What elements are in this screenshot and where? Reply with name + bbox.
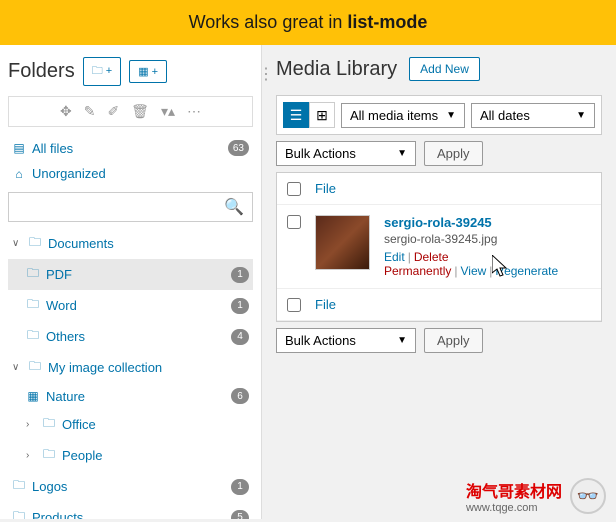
folder-others[interactable]: 🗀 Others 4 xyxy=(8,321,253,352)
folder-icon: 🗀 xyxy=(42,414,56,435)
list-view-button[interactable]: ☰ xyxy=(283,102,309,128)
grid-view-button[interactable]: ⊞ xyxy=(309,102,335,128)
folder-icon: 🗀 xyxy=(12,507,26,519)
filter-bar: ☰ ⊞ All media items▼ All dates▼ xyxy=(276,95,602,135)
media-content: ⋮ Media Library Add New ☰ ⊞ All media it… xyxy=(262,45,616,519)
folder-office[interactable]: › 🗀 Office xyxy=(8,409,253,440)
sort-icon[interactable]: ▾▴ xyxy=(161,103,175,120)
unorganized-item[interactable]: ⌂ Unorganized xyxy=(8,161,253,186)
folder-icon: 🗀 xyxy=(26,264,40,285)
grid-icon: ▦ xyxy=(26,389,40,403)
count-badge: 63 xyxy=(228,140,249,156)
folder-logos[interactable]: 🗀 Logos 1 xyxy=(8,471,253,502)
media-thumbnail[interactable] xyxy=(315,215,370,270)
delete-icon[interactable]: 🗑 xyxy=(131,103,149,120)
select-all-checkbox[interactable] xyxy=(287,182,301,196)
resize-handle[interactable]: ⋮ xyxy=(262,64,274,84)
select-all-checkbox-bottom[interactable] xyxy=(287,298,301,312)
folder-search[interactable]: 🔍 xyxy=(8,192,253,222)
more-icon[interactable]: ⋯ xyxy=(187,103,201,120)
chevron-right-icon[interactable]: › xyxy=(26,450,36,461)
folder-icon: 🗀 xyxy=(28,233,42,254)
edit-link[interactable]: Edit xyxy=(384,250,405,264)
rename-icon[interactable]: ✎ xyxy=(84,103,96,120)
folder-icon: 🗀 xyxy=(42,445,56,466)
media-filename: sergio-rola-39245.jpg xyxy=(384,232,591,246)
folder-people[interactable]: › 🗀 People xyxy=(8,440,253,471)
folder-documents[interactable]: ∨ 🗀 Documents xyxy=(8,228,253,259)
column-header-file[interactable]: File xyxy=(315,181,336,196)
new-folder-button[interactable]: 🗀 + xyxy=(83,57,121,86)
row-checkbox[interactable] xyxy=(287,215,301,229)
folder-pdf[interactable]: 🗀 PDF 1 xyxy=(8,259,253,290)
bulk-actions-select-bottom[interactable]: Bulk Actions▼ xyxy=(276,328,416,353)
folder-icon: 🗀 xyxy=(26,326,40,347)
files-icon: ▤ xyxy=(12,141,26,155)
column-footer-file[interactable]: File xyxy=(315,297,336,312)
sidebar-title: Folders xyxy=(8,60,75,83)
media-title[interactable]: sergio-rola-39245 xyxy=(384,215,591,230)
folder-my-images[interactable]: ∨ 🗀 My image collection xyxy=(8,352,253,383)
edit-icon[interactable]: ✐ xyxy=(107,103,119,120)
search-input[interactable] xyxy=(17,200,224,215)
chevron-down-icon[interactable]: ∨ xyxy=(12,362,22,373)
folder-icon: 🗀 xyxy=(12,476,26,497)
page-title: Media Library xyxy=(276,58,397,81)
folder-products[interactable]: 🗀 Products 5 xyxy=(8,502,253,519)
new-gallery-button[interactable]: ▦ + xyxy=(129,60,167,83)
all-files-item[interactable]: ▤ All files 63 xyxy=(8,135,253,161)
search-icon: 🔍 xyxy=(224,197,244,217)
folder-icon: 🗀 xyxy=(26,295,40,316)
gallery-nature[interactable]: ▦ Nature 6 xyxy=(8,383,253,409)
date-select[interactable]: All dates▼ xyxy=(471,103,595,128)
chevron-right-icon[interactable]: › xyxy=(26,419,36,430)
move-icon[interactable]: ✥ xyxy=(60,103,72,120)
view-link[interactable]: View xyxy=(461,264,487,278)
folder-icon: 🗀 xyxy=(28,357,42,378)
add-new-button[interactable]: Add New xyxy=(409,57,480,81)
mascot-icon: 👓 xyxy=(570,478,606,514)
apply-button-bottom[interactable]: Apply xyxy=(424,328,483,353)
folder-toolbar: ✥ ✎ ✐ 🗑 ▾▴ ⋯ xyxy=(8,96,253,127)
watermark: 淘气哥素材网 www.tqge.com 👓 xyxy=(466,478,606,514)
chevron-down-icon[interactable]: ∨ xyxy=(12,238,22,249)
row-actions: Edit|Delete Permanently|View|Regenerate xyxy=(384,250,591,278)
bulk-actions-select[interactable]: Bulk Actions▼ xyxy=(276,141,416,166)
table-row: sergio-rola-39245 sergio-rola-39245.jpg … xyxy=(277,205,601,289)
promo-banner: Works also great in list-mode xyxy=(0,0,616,45)
media-type-select[interactable]: All media items▼ xyxy=(341,103,465,128)
folder-word[interactable]: 🗀 Word 1 xyxy=(8,290,253,321)
home-icon: ⌂ xyxy=(12,167,26,181)
media-table: File sergio-rola-39245 sergio-rola-39245… xyxy=(276,172,602,322)
folders-sidebar: Folders 🗀 + ▦ + ✥ ✎ ✐ 🗑 ▾▴ ⋯ ▤ All files… xyxy=(0,45,262,519)
regenerate-link[interactable]: Regenerate xyxy=(495,264,558,278)
apply-button[interactable]: Apply xyxy=(424,141,483,166)
